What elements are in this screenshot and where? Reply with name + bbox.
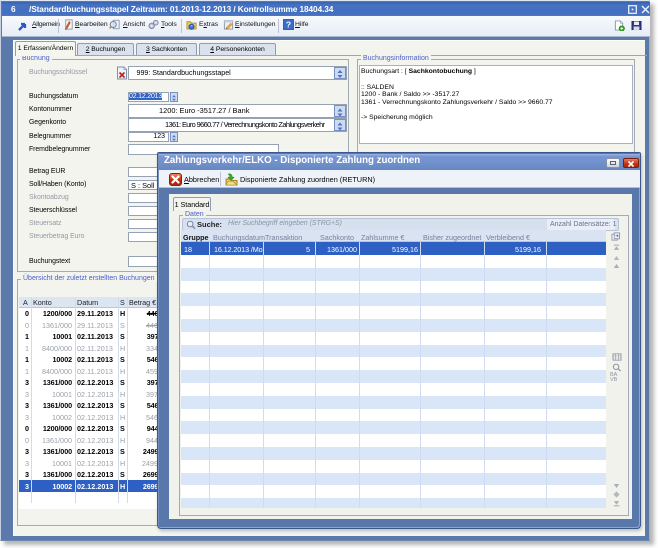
svg-text:?: ? — [286, 20, 291, 30]
